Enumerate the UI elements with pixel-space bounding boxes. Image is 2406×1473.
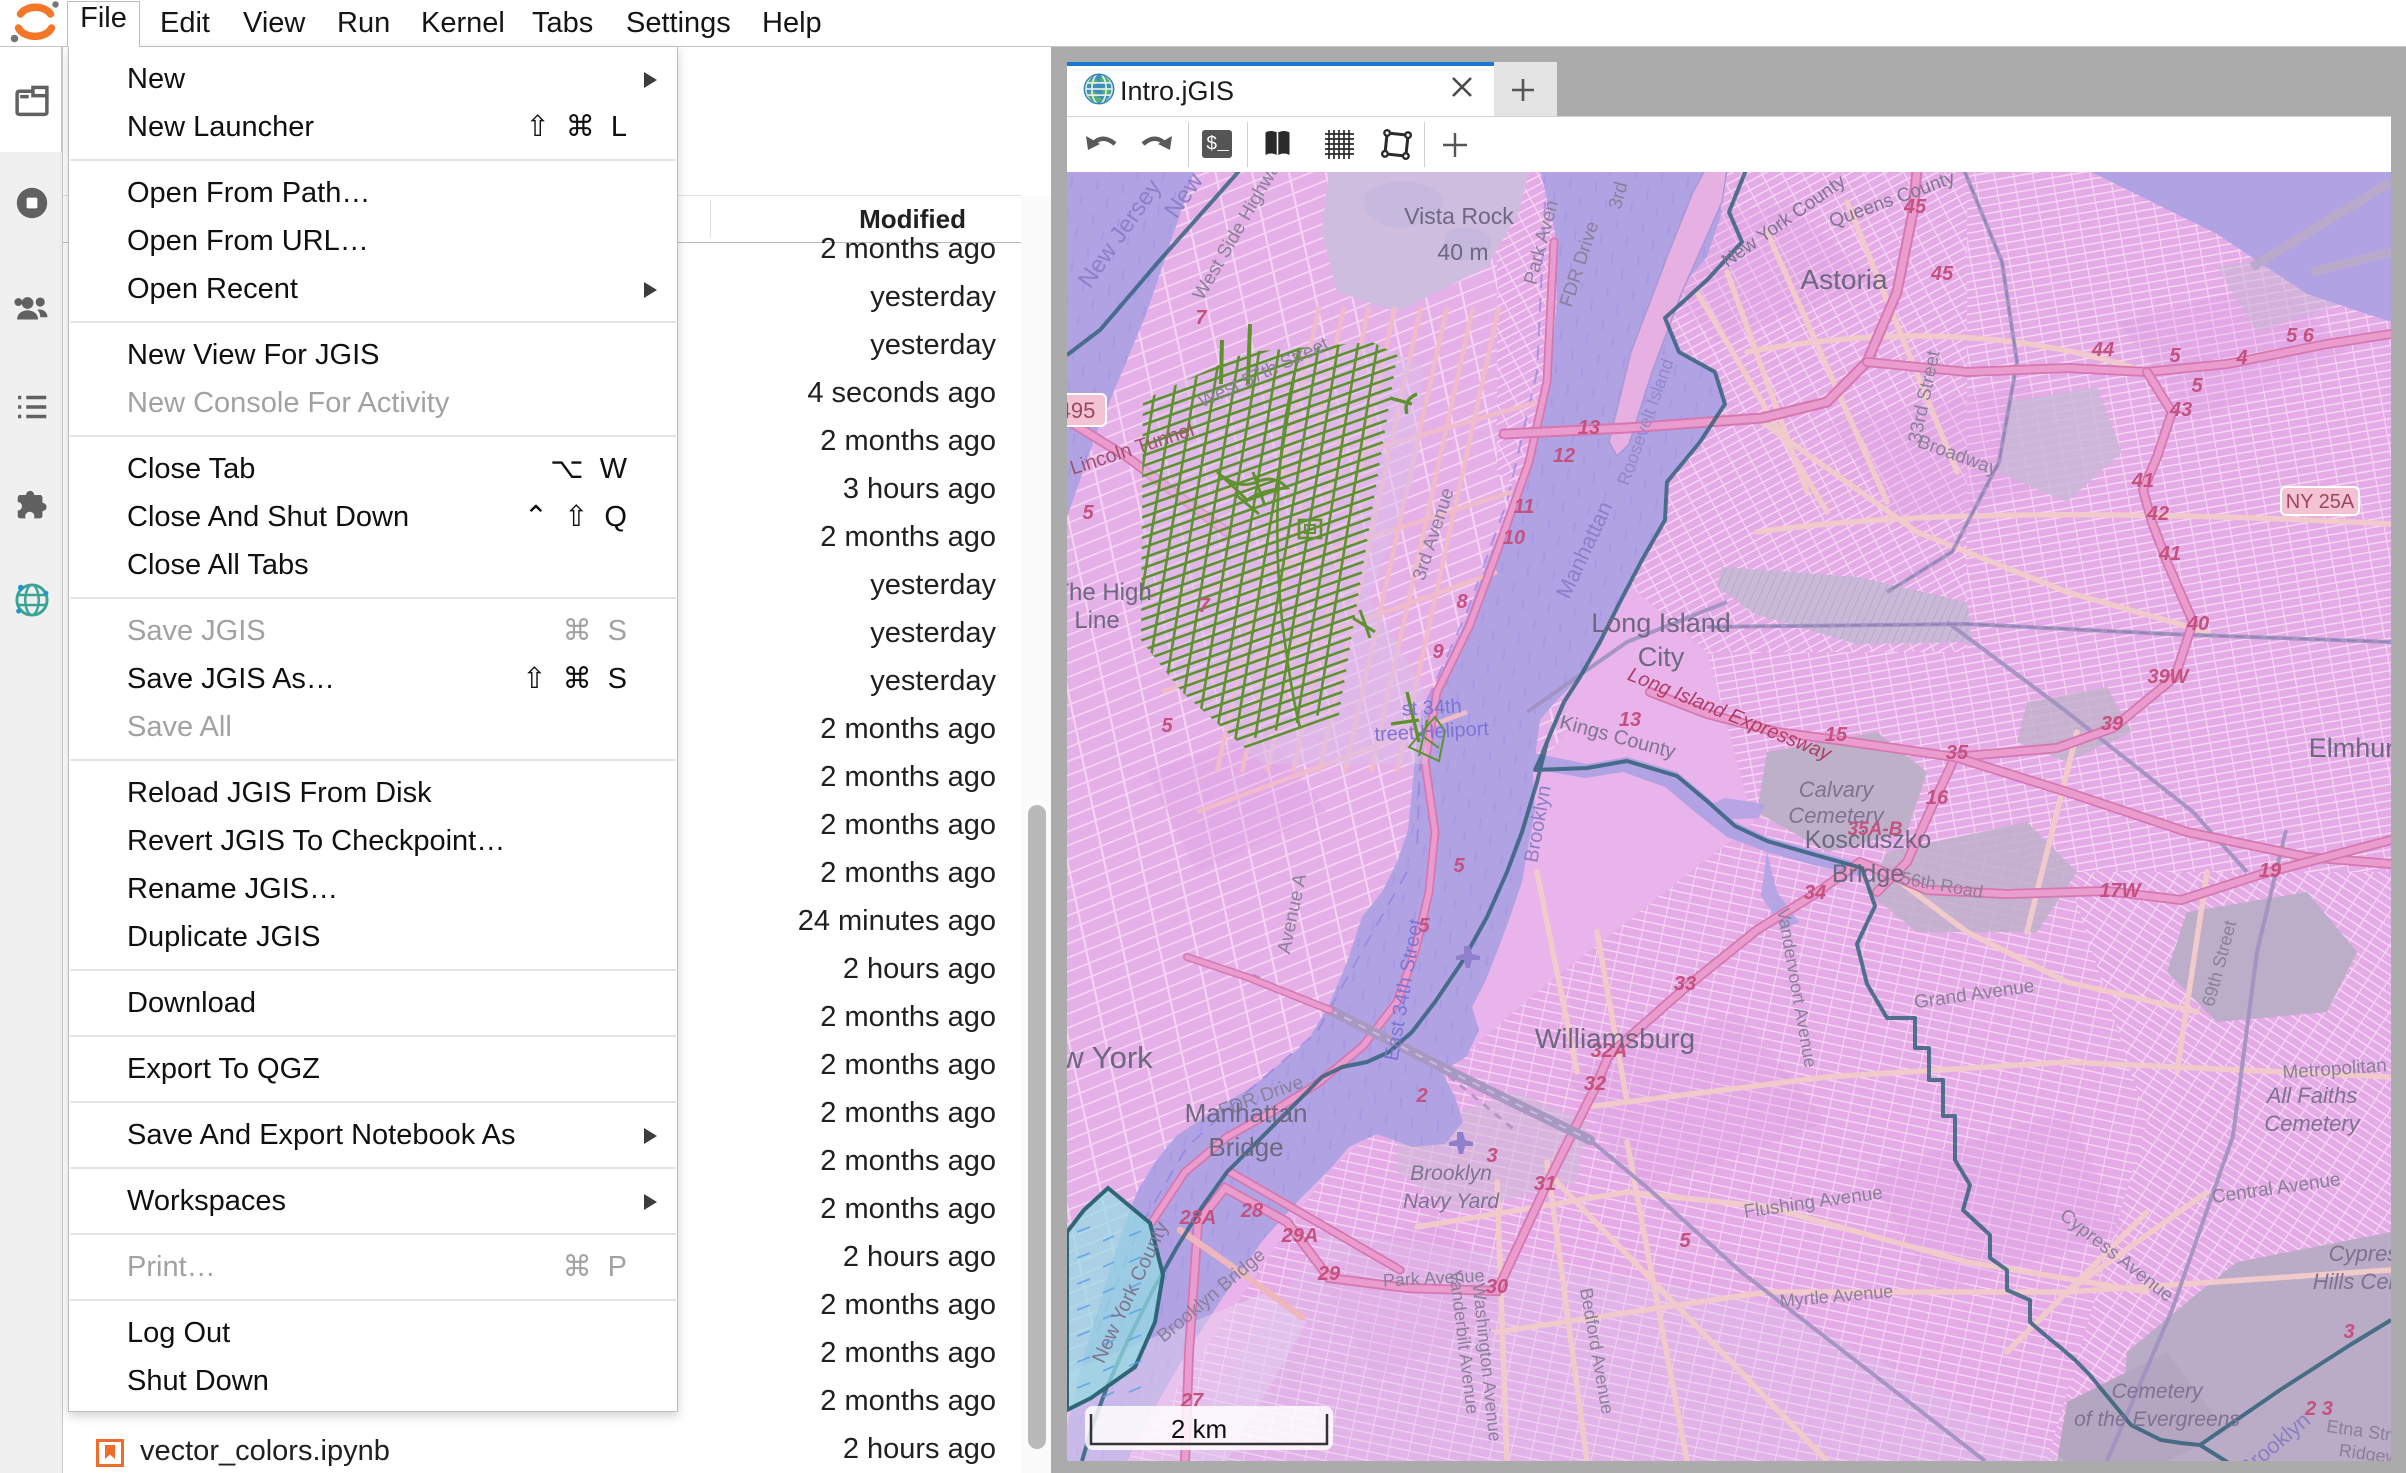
svg-text:17W: 17W (2099, 880, 2142, 902)
svg-text:40 m: 40 m (1437, 239, 1488, 265)
svg-text:Astoria: Astoria (1800, 264, 1888, 295)
svg-text:5 6: 5 6 (2286, 325, 2315, 347)
svg-text:32: 32 (1584, 1073, 1606, 1095)
svg-text:40: 40 (2186, 613, 2209, 635)
svg-text:39: 39 (2101, 713, 2124, 735)
svg-text:st 34th: st 34th (1401, 695, 1462, 720)
svg-text:5: 5 (1082, 502, 1094, 524)
svg-text:9: 9 (1432, 641, 1444, 663)
svg-text:Williamsburg: Williamsburg (1535, 1023, 1695, 1054)
svg-text:Cemetery: Cemetery (2111, 1380, 2204, 1403)
svg-text:Brooklyn: Brooklyn (1410, 1162, 1492, 1185)
svg-text:5: 5 (1453, 855, 1465, 877)
svg-text:35: 35 (1946, 742, 1969, 764)
svg-text:5: 5 (1161, 715, 1173, 737)
svg-text:Hills Cemet: Hills Cemet (2313, 1269, 2391, 1294)
svg-text:31: 31 (1534, 1173, 1556, 1195)
svg-text:Calvary: Calvary (1799, 777, 1876, 802)
svg-text:41: 41 (2158, 543, 2181, 565)
svg-text:All Faiths: All Faiths (2265, 1083, 2357, 1108)
svg-text:8: 8 (1456, 591, 1468, 613)
svg-text:of the Evergreens: of the Evergreens (2074, 1408, 2240, 1431)
svg-text:Navy Yard: Navy Yard (1403, 1190, 1500, 1213)
svg-text:3: 3 (2343, 1321, 2354, 1343)
svg-text:29: 29 (1317, 1263, 1341, 1285)
svg-text:5: 5 (2169, 345, 2181, 367)
svg-text:43: 43 (2169, 399, 2192, 421)
svg-text:Line: Line (1074, 607, 1119, 634)
svg-text:Bridge: Bridge (1832, 860, 1904, 888)
svg-text:The High: The High (1067, 579, 1152, 606)
svg-text:Cemetery: Cemetery (2264, 1111, 2361, 1136)
svg-text:39W: 39W (2147, 666, 2190, 688)
svg-text:33: 33 (1674, 973, 1696, 995)
svg-text:41: 41 (2131, 470, 2154, 492)
svg-text:12: 12 (1553, 445, 1575, 467)
svg-text:10: 10 (1503, 527, 1525, 549)
svg-text:28A: 28A (1179, 1207, 1217, 1229)
svg-text:Elmhurst: Elmhurst (2309, 733, 2391, 763)
svg-text:13: 13 (1578, 417, 1600, 439)
svg-text:Cypress: Cypress (2329, 1241, 2391, 1266)
svg-text:Vista Rock: Vista Rock (1404, 203, 1514, 229)
svg-text:495: 495 (1067, 398, 1095, 423)
svg-text:NY 25A: NY 25A (2286, 491, 2355, 513)
svg-text:7: 7 (1198, 595, 1210, 617)
svg-text:19: 19 (2259, 860, 2282, 882)
svg-text:w York: w York (1067, 1040, 1153, 1075)
svg-text:44: 44 (2091, 339, 2114, 361)
svg-text:16: 16 (1926, 787, 1949, 809)
svg-text:2: 2 (1415, 1085, 1427, 1107)
svg-text:2 km: 2 km (1171, 1414, 1227, 1444)
svg-text:Long Island: Long Island (1591, 608, 1731, 638)
svg-text:City: City (1638, 642, 1685, 672)
svg-text:11: 11 (1514, 496, 1535, 518)
svg-text:28: 28 (1240, 1200, 1264, 1222)
svg-text:42: 42 (2146, 503, 2169, 525)
svg-text:5: 5 (2191, 375, 2203, 397)
svg-text:35A-B: 35A-B (1848, 819, 1903, 840)
svg-text:5: 5 (1679, 1230, 1691, 1252)
svg-text:Manhattan: Manhattan (1185, 1098, 1308, 1128)
svg-text:7: 7 (1195, 307, 1207, 329)
svg-text:34: 34 (1804, 882, 1826, 904)
svg-text:45: 45 (1930, 263, 1954, 285)
svg-text:Bridge: Bridge (1208, 1132, 1283, 1162)
svg-text:4: 4 (2235, 347, 2247, 369)
svg-text:29A: 29A (1281, 1225, 1319, 1247)
